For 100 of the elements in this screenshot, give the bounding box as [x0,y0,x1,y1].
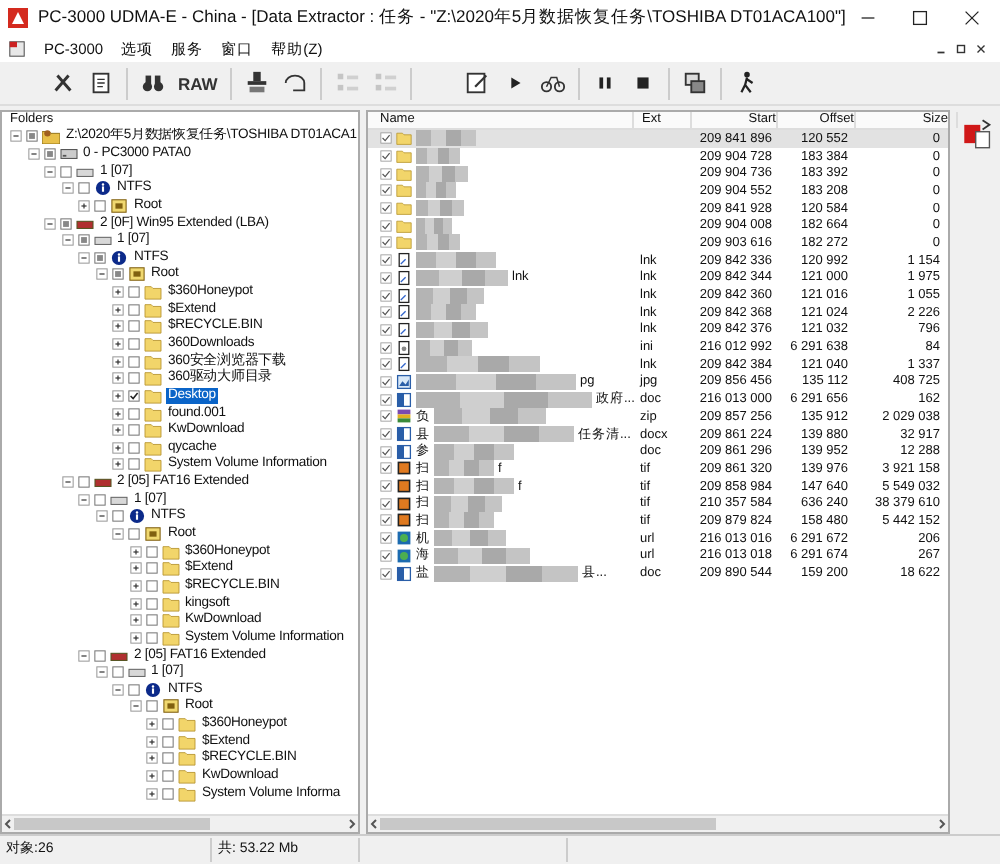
checkbox[interactable] [111,268,123,281]
checkbox[interactable] [128,372,140,385]
checkbox[interactable] [380,306,392,319]
expand-icon[interactable] [112,320,124,333]
expand-icon[interactable] [146,735,158,748]
checkbox[interactable] [77,182,89,195]
expand-icon[interactable] [129,614,141,627]
expand-icon[interactable] [129,631,141,644]
expand-icon[interactable] [112,372,124,385]
expand-icon[interactable] [129,562,141,575]
checkbox[interactable] [162,752,174,765]
collapse-icon[interactable] [44,217,56,230]
checkbox[interactable] [128,424,140,437]
checkbox[interactable] [128,458,140,471]
checkbox[interactable] [162,787,174,800]
raw-button[interactable]: RAW [172,65,224,101]
collapse-icon[interactable] [61,234,73,247]
expand-icon[interactable] [146,718,158,731]
checkbox[interactable] [145,614,157,627]
checkbox[interactable] [128,683,140,696]
collapse-icon[interactable] [78,251,90,264]
checkbox[interactable] [94,199,106,212]
restore-icon[interactable] [954,42,968,56]
expand-icon[interactable] [146,787,158,800]
collapse-icon[interactable] [95,268,107,281]
checkbox[interactable] [145,700,157,713]
checkbox[interactable] [380,219,392,232]
checkbox[interactable] [380,428,392,441]
checkbox[interactable] [145,579,157,592]
collapse-icon[interactable] [95,666,107,679]
checkbox[interactable] [128,389,140,402]
scroll-left-icon[interactable] [368,818,380,830]
collapse-icon[interactable] [112,683,124,696]
checkbox[interactable] [380,497,392,510]
checkbox[interactable] [60,165,72,178]
checkbox[interactable] [380,532,392,545]
collapse-icon[interactable] [61,476,73,489]
checkbox[interactable] [128,528,140,541]
checkbox[interactable] [94,251,106,264]
expand-icon[interactable] [112,407,124,420]
scroll-right-icon[interactable] [346,818,358,830]
collapse-icon[interactable] [61,182,73,195]
expand-icon[interactable] [112,389,124,402]
scroll-right-icon[interactable] [936,818,948,830]
collapse-icon[interactable] [78,649,90,662]
checkbox[interactable] [145,562,157,575]
checkbox[interactable] [380,480,392,493]
expand-icon[interactable] [112,458,124,471]
checkbox[interactable] [111,510,123,523]
horizontal-scrollbar[interactable] [2,814,358,832]
expand-icon[interactable] [78,199,90,212]
checkbox[interactable] [380,445,392,458]
checkbox[interactable] [128,320,140,333]
checkbox[interactable] [128,441,140,454]
checkbox[interactable] [380,289,392,302]
checkbox[interactable] [128,286,140,299]
checkbox[interactable] [380,341,392,354]
checkbox[interactable] [380,202,392,215]
expand-icon[interactable] [112,286,124,299]
checkbox[interactable] [128,338,140,350]
checkbox[interactable] [145,597,157,610]
checkbox[interactable] [380,323,392,336]
checkbox[interactable] [94,493,106,506]
expand-icon[interactable] [112,424,124,437]
checkbox[interactable] [380,184,392,197]
checkbox[interactable] [128,355,140,368]
checkbox[interactable] [380,549,392,562]
maximize-icon[interactable] [912,10,928,26]
close-icon[interactable] [964,10,980,26]
scroll-left-icon[interactable] [2,818,14,830]
checkbox[interactable] [380,462,392,475]
checkbox[interactable] [380,514,392,527]
checkbox[interactable] [145,631,157,644]
checkbox[interactable] [380,358,392,371]
horizontal-scrollbar[interactable] [368,814,948,832]
checkbox[interactable] [162,770,174,783]
checkbox[interactable] [77,234,89,247]
checkbox[interactable] [111,666,123,679]
checkbox[interactable] [128,303,140,316]
checkbox[interactable] [128,407,140,420]
expand-icon[interactable] [112,338,124,350]
collapse-icon[interactable] [44,165,56,178]
checkbox[interactable] [380,410,392,423]
checkbox[interactable] [77,476,89,489]
expand-icon[interactable] [146,752,158,765]
collapse-icon[interactable] [95,510,107,523]
expand-icon[interactable] [129,579,141,592]
expand-icon[interactable] [146,770,158,783]
expand-icon[interactable] [112,303,124,316]
checkbox[interactable] [380,567,392,580]
expand-icon[interactable] [112,441,124,454]
expand-icon[interactable] [129,545,141,558]
expand-icon[interactable] [129,597,141,610]
checkbox[interactable] [162,735,174,748]
collapse-icon[interactable] [27,147,39,160]
checkbox[interactable] [145,545,157,558]
checkbox[interactable] [380,132,392,145]
checkbox[interactable] [60,217,72,230]
checkbox[interactable] [380,271,392,284]
checkbox[interactable] [380,167,392,180]
